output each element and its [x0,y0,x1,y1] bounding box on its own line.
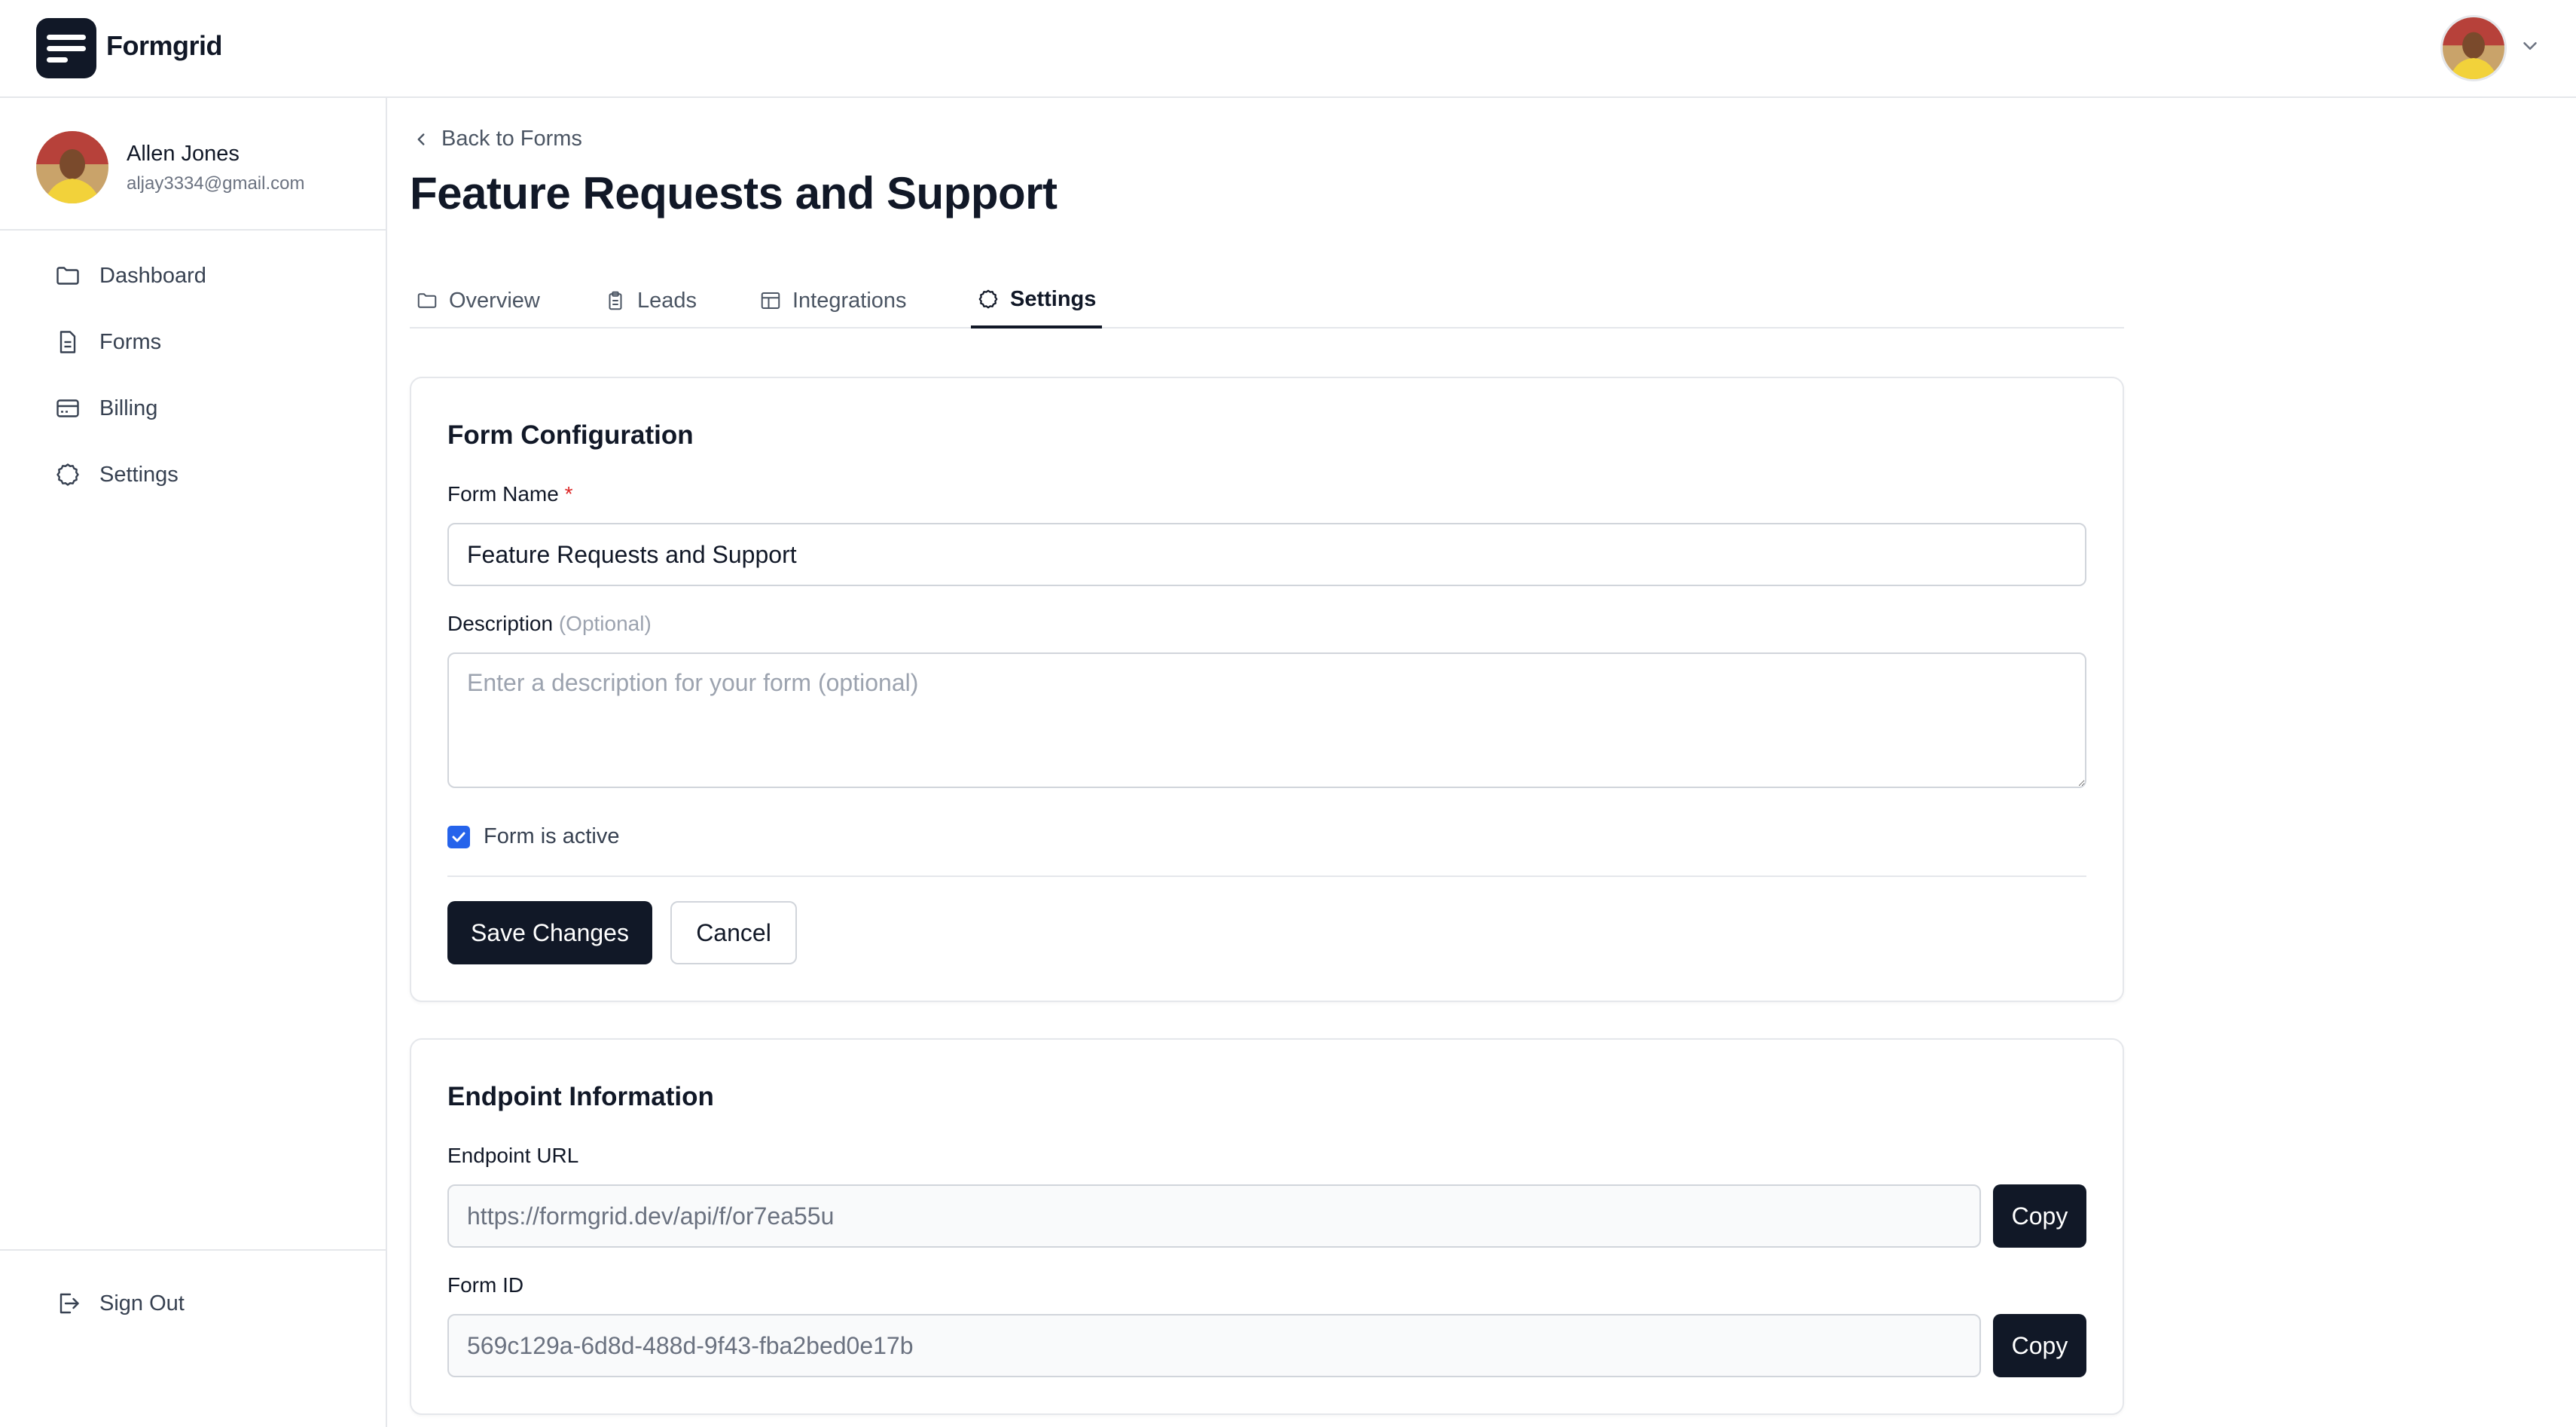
tab-bar: Overview Leads Integrations Settings [410,273,2124,328]
form-name-label-text: Form Name [447,482,559,506]
tab-label: Overview [449,288,540,313]
form-id-field[interactable] [447,1314,1981,1377]
back-link-label: Back to Forms [441,127,582,151]
sign-out-label: Sign Out [99,1291,185,1315]
copy-form-id-button[interactable]: Copy [1993,1314,2086,1377]
gear-icon [56,463,79,486]
divider [447,875,2086,877]
endpoint-url-label: Endpoint URL [447,1144,579,1167]
page-title: Feature Requests and Support [410,168,1058,218]
copy-endpoint-url-button[interactable]: Copy [1993,1184,2086,1248]
form-configuration-card: Form Configuration Form Name * Descripti… [410,377,2124,1002]
avatar [36,131,108,203]
sidebar-item-label: Dashboard [99,263,206,288]
sidebar-item-forms[interactable]: Forms [36,315,353,369]
description-label: Description (Optional) [447,612,652,636]
user-name: Allen Jones [127,142,240,166]
form-active-toggle[interactable]: Form is active [447,824,619,849]
tab-label: Leads [637,288,697,313]
sign-out-icon [60,1293,79,1314]
sidebar-item-dashboard[interactable]: Dashboard [36,249,353,303]
card-title: Endpoint Information [447,1082,714,1111]
required-mark: * [564,482,573,506]
check-icon [452,832,465,842]
document-icon [60,331,76,353]
gear-icon [978,289,998,309]
clipboard-icon [609,291,622,310]
form-active-label: Form is active [484,824,620,848]
tab-label: Settings [1010,286,1097,311]
endpoint-information-card: Endpoint Information Endpoint URL Copy F… [410,1038,2124,1415]
description-label-text: Description [447,612,554,635]
sidebar-item-label: Settings [99,462,179,487]
user-email: aljay3334@gmail.com [127,173,305,194]
folder-icon [56,267,79,285]
card-title: Form Configuration [447,420,694,450]
form-name-input[interactable] [447,523,2086,586]
cancel-button[interactable]: Cancel [670,901,797,964]
form-name-label: Form Name * [447,482,572,506]
form-active-checkbox[interactable] [447,825,470,848]
sidebar-item-label: Billing [99,396,158,420]
chevron-down-icon[interactable] [2519,35,2541,57]
sidebar: Allen Jones aljay3334@gmail.com Dashboar… [0,98,387,1427]
tab-overview[interactable]: Overview [416,273,540,328]
folder-icon [417,293,437,308]
menu-lines-icon[interactable] [36,18,96,78]
tab-integrations[interactable]: Integrations [759,273,907,328]
brand-name[interactable]: Formgrid [106,30,223,62]
sidebar-item-settings[interactable]: Settings [36,448,353,502]
tab-label: Integrations [792,288,907,313]
form-id-label: Form ID [447,1273,524,1297]
top-bar: Formgrid [0,0,2576,98]
tab-settings[interactable]: Settings [971,273,1103,328]
sidebar-item-label: Forms [99,329,162,354]
divider [0,1249,386,1251]
sidebar-item-billing[interactable]: Billing [36,381,353,435]
layout-icon [761,292,780,309]
sign-out-button[interactable]: Sign Out [36,1276,353,1331]
avatar[interactable] [2440,15,2507,81]
endpoint-url-field[interactable] [447,1184,1981,1248]
chevron-left-icon [417,133,425,145]
user-profile[interactable]: Allen Jones aljay3334@gmail.com [0,98,386,231]
save-changes-button[interactable]: Save Changes [447,901,652,964]
tab-leads[interactable]: Leads [604,273,697,328]
credit-card-icon [56,399,79,417]
optional-hint: (Optional) [558,612,652,635]
description-textarea[interactable] [447,652,2086,788]
back-to-forms-link[interactable]: Back to Forms [411,127,582,151]
